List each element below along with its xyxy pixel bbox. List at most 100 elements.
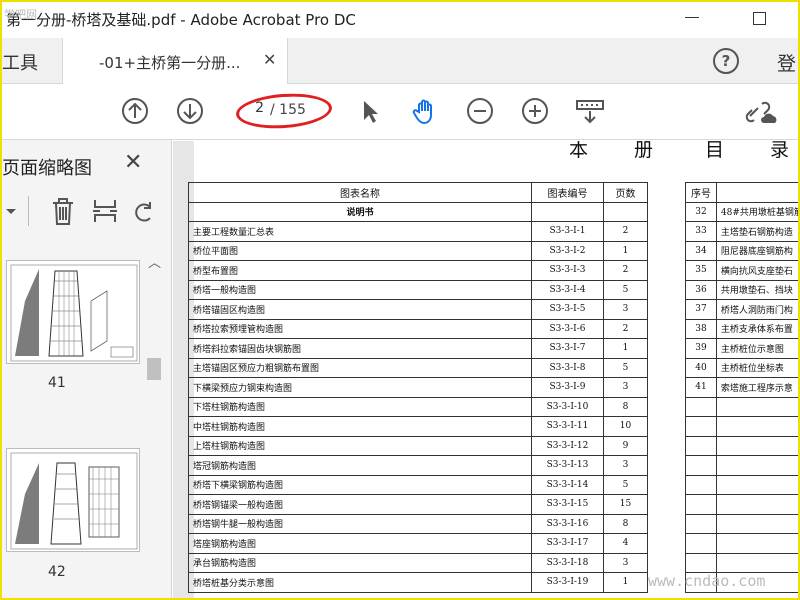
table-row: 桥塔拉索预埋管构造图 S3-3-Ⅰ-6 2 — [188, 318, 648, 339]
page-display-button[interactable] — [575, 96, 605, 126]
trash-icon[interactable] — [50, 196, 76, 226]
table-row: 桥塔锚固区构造图 S3-3-Ⅰ-5 3 — [188, 299, 648, 320]
row-title: 共用墩垫石、挡块 — [715, 279, 800, 300]
thumbnail-scrollbar[interactable]: ︿ — [145, 248, 163, 600]
column-header: 图表编号 — [531, 182, 604, 203]
document-view[interactable]: 本 册 目 录 图表名称 图表编号 页数 说明书 主要工程数量汇总表 S3-3-Ⅰ… — [173, 141, 800, 600]
row-title: 塔冠钢筋构造图 — [188, 455, 532, 476]
table-row — [685, 533, 800, 554]
row-title: 阻尼器底座钢筋构 — [715, 240, 800, 261]
cursor-icon — [364, 101, 378, 123]
row-number: 38 — [685, 318, 717, 339]
close-tab-icon[interactable]: ✕ — [263, 50, 276, 69]
row-title: 桥塔锚固区构造图 — [188, 299, 532, 320]
row-title — [715, 533, 800, 554]
maximize-button[interactable] — [748, 6, 772, 30]
tab-document[interactable]: -01+主桥第一分册... ✕ — [62, 38, 288, 84]
row-pages: 2 — [603, 318, 648, 339]
row-title — [715, 396, 800, 417]
row-number — [685, 435, 717, 456]
tab-tools[interactable]: 工具 — [2, 49, 38, 75]
thumbnail-number: 42 — [48, 564, 66, 580]
page-heading: 录 — [770, 141, 790, 161]
column-header: 页数 — [603, 182, 648, 203]
tab-bar: 工具 -01+主桥第一分册... ✕ ? 登 — [0, 38, 800, 84]
keyboard-scroll-icon — [576, 100, 604, 124]
row-code: S3-3-Ⅰ-16 — [531, 513, 604, 534]
table-row — [685, 474, 800, 495]
page-thumbnail[interactable] — [6, 260, 140, 364]
share-link-button[interactable] — [744, 96, 777, 126]
row-number — [685, 552, 717, 573]
row-number — [685, 513, 717, 534]
column-header — [715, 182, 800, 203]
table-row: 桥塔钢锚梁一般构造图 S3-3-Ⅰ-15 15 — [188, 494, 648, 515]
table-row: 41 索塔施工程序示意 — [685, 377, 800, 398]
row-title: 主桥桩位坐标表 — [715, 357, 800, 378]
row-code: S3-3-Ⅰ-9 — [531, 377, 604, 398]
watermark: www.cndao.com — [648, 572, 766, 590]
row-code: S3-3-Ⅰ-17 — [531, 533, 604, 554]
watermark-logo: 学吧网 — [4, 8, 37, 21]
row-title: 桥塔下横梁钢筋构造图 — [188, 474, 532, 495]
previous-page-button[interactable] — [120, 96, 150, 126]
row-code: S3-3-Ⅰ-10 — [531, 396, 604, 417]
row-code: S3-3-Ⅰ-3 — [531, 260, 604, 281]
select-tool-button[interactable] — [355, 96, 385, 126]
minimize-button[interactable] — [681, 6, 705, 30]
arrow-up-circle-icon — [122, 98, 148, 124]
row-title — [715, 552, 800, 573]
table-row: 34 阻尼器底座钢筋构 — [685, 240, 800, 261]
row-pages: 5 — [603, 279, 648, 300]
chevron-up-icon[interactable]: ︿ — [148, 252, 161, 271]
row-pages: 5 — [603, 357, 648, 378]
toolbar: 2 / 155 — [0, 84, 800, 140]
close-panel-icon[interactable]: ✕ — [124, 150, 142, 175]
thumbnail-drawing — [10, 264, 138, 362]
section-label: 说明书 — [188, 201, 532, 222]
row-number — [685, 455, 717, 476]
sign-in-link[interactable]: 登 — [777, 49, 796, 76]
row-title: 桥塔钢牛腿一般构造图 — [188, 513, 532, 534]
table-row — [685, 435, 800, 456]
page-thumbnail[interactable] — [6, 448, 140, 552]
hand-tool-button[interactable] — [410, 96, 440, 126]
hand-icon — [412, 99, 432, 125]
row-title: 48#共用墩桩基钢筋 — [715, 201, 800, 222]
row-number: 39 — [685, 338, 717, 359]
arrow-down-circle-icon — [177, 98, 203, 124]
row-code: S3-3-Ⅰ-14 — [531, 474, 604, 495]
rotate-icon[interactable] — [132, 198, 156, 226]
row-title: 桥塔拉索预埋管构造图 — [188, 318, 532, 339]
insert-pages-icon[interactable] — [92, 196, 118, 226]
thumbnail-number: 41 — [48, 375, 66, 391]
table-row: 32 48#共用墩桩基钢筋 — [685, 201, 800, 222]
title-bar: 第一分册-桥塔及基础.pdf - Adobe Acrobat Pro DC 学吧… — [0, 0, 800, 38]
row-title: 主塔垫石钢筋构造 — [715, 221, 800, 242]
row-pages: 4 — [603, 533, 648, 554]
chevron-down-icon[interactable] — [6, 206, 16, 216]
row-title — [715, 416, 800, 437]
row-pages: 1 — [603, 338, 648, 359]
table-row: 36 共用墩垫石、挡块 — [685, 279, 800, 300]
row-pages: 2 — [603, 221, 648, 242]
table-row: 下塔柱钢筋构造图 S3-3-Ⅰ-10 8 — [188, 396, 648, 417]
row-pages: 3 — [603, 377, 648, 398]
table-row — [685, 513, 800, 534]
row-code: S3-3-Ⅰ-7 — [531, 338, 604, 359]
table-row: 上塔柱钢筋构造图 S3-3-Ⅰ-12 9 — [188, 435, 648, 456]
scrollbar-thumb[interactable] — [147, 358, 161, 380]
zoom-out-button[interactable] — [465, 96, 495, 126]
row-pages: 2 — [603, 260, 648, 281]
table-header-row: 序号 — [685, 182, 800, 203]
next-page-button[interactable] — [175, 96, 205, 126]
row-pages: 8 — [603, 513, 648, 534]
help-icon[interactable]: ? — [713, 48, 739, 74]
row-title — [715, 455, 800, 476]
table-row — [685, 396, 800, 417]
page-heading: 册 — [634, 141, 654, 161]
row-number: 33 — [685, 221, 717, 242]
zoom-in-button[interactable] — [520, 96, 550, 126]
column-header: 序号 — [685, 182, 717, 203]
row-title — [715, 513, 800, 534]
